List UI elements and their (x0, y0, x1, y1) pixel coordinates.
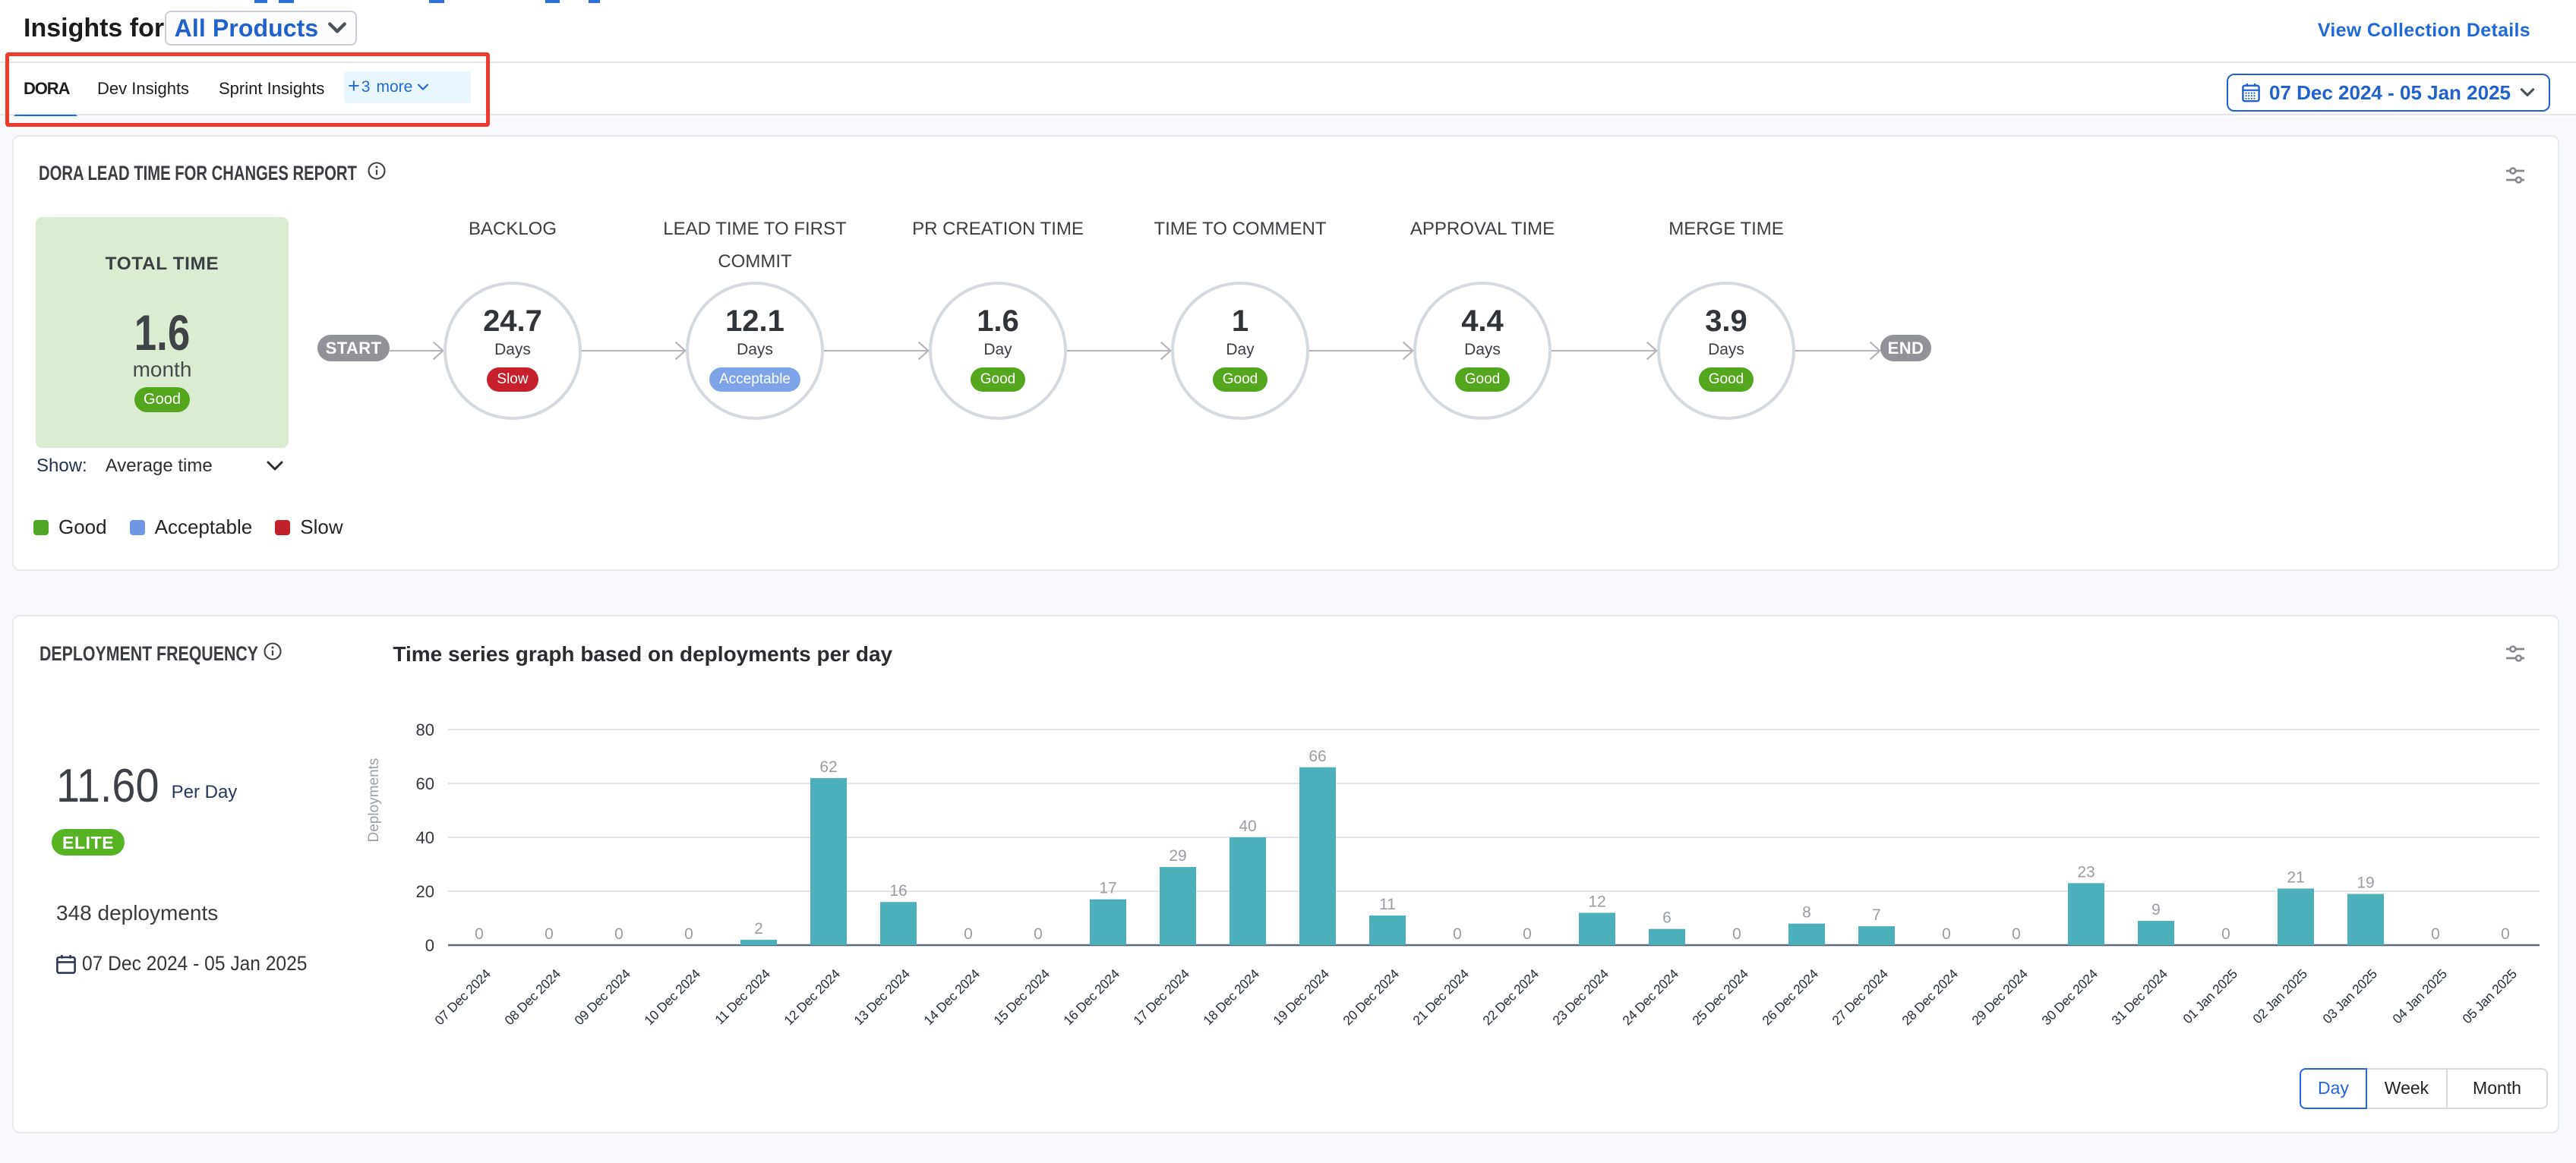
svg-text:0: 0 (2501, 925, 2510, 943)
svg-text:19 Dec 2024: 19 Dec 2024 (1270, 966, 1332, 1028)
svg-text:23: 23 (2077, 863, 2095, 881)
svg-text:09 Dec 2024: 09 Dec 2024 (571, 966, 633, 1028)
svg-text:13 Dec 2024: 13 Dec 2024 (851, 966, 913, 1028)
svg-text:22 Dec 2024: 22 Dec 2024 (1479, 966, 1542, 1028)
svg-text:0: 0 (1034, 925, 1043, 943)
svg-text:25 Dec 2024: 25 Dec 2024 (1689, 966, 1751, 1028)
svg-text:05 Jan 2025: 05 Jan 2025 (2459, 966, 2520, 1027)
svg-text:0: 0 (1453, 925, 1462, 943)
svg-text:17: 17 (1099, 880, 1116, 897)
svg-text:0: 0 (2221, 925, 2230, 943)
svg-text:15 Dec 2024: 15 Dec 2024 (990, 966, 1053, 1028)
svg-text:24 Dec 2024: 24 Dec 2024 (1619, 966, 1681, 1028)
svg-text:0: 0 (545, 925, 554, 943)
svg-text:0: 0 (1942, 925, 1951, 943)
svg-text:0: 0 (1732, 925, 1741, 943)
svg-text:66: 66 (1309, 748, 1326, 765)
svg-text:02 Jan 2025: 02 Jan 2025 (2249, 966, 2310, 1027)
svg-text:40: 40 (1239, 818, 1256, 835)
svg-text:0: 0 (684, 925, 693, 943)
svg-text:23 Dec 2024: 23 Dec 2024 (1549, 966, 1612, 1028)
svg-text:11: 11 (1379, 896, 1396, 913)
svg-text:27 Dec 2024: 27 Dec 2024 (1829, 966, 1891, 1028)
svg-text:19: 19 (2357, 875, 2374, 892)
svg-text:04 Jan 2025: 04 Jan 2025 (2389, 966, 2450, 1027)
svg-text:31 Dec 2024: 31 Dec 2024 (2108, 966, 2170, 1028)
svg-text:0: 0 (964, 925, 973, 943)
svg-text:8: 8 (1802, 904, 1811, 922)
svg-text:7: 7 (1872, 906, 1881, 924)
svg-text:20: 20 (416, 882, 434, 901)
svg-text:11 Dec 2024: 11 Dec 2024 (712, 966, 773, 1027)
svg-text:21: 21 (2287, 868, 2304, 886)
svg-text:29: 29 (1169, 847, 1186, 865)
svg-text:07 Dec 2024: 07 Dec 2024 (431, 966, 494, 1028)
svg-text:08 Dec 2024: 08 Dec 2024 (501, 966, 564, 1028)
svg-text:14 Dec 2024: 14 Dec 2024 (920, 966, 983, 1028)
svg-text:40: 40 (416, 828, 434, 847)
svg-text:03 Jan 2025: 03 Jan 2025 (2319, 966, 2380, 1027)
svg-text:28 Dec 2024: 28 Dec 2024 (1899, 966, 1961, 1028)
svg-text:18 Dec 2024: 18 Dec 2024 (1200, 966, 1262, 1028)
svg-text:30 Dec 2024: 30 Dec 2024 (2038, 966, 2101, 1028)
svg-text:80: 80 (416, 720, 434, 739)
svg-text:0: 0 (475, 925, 484, 943)
svg-text:21 Dec 2024: 21 Dec 2024 (1410, 966, 1472, 1028)
svg-text:60: 60 (416, 774, 434, 793)
svg-text:0: 0 (2012, 925, 2021, 943)
svg-text:26 Dec 2024: 26 Dec 2024 (1759, 966, 1821, 1028)
svg-text:20 Dec 2024: 20 Dec 2024 (1340, 966, 1402, 1028)
svg-text:17 Dec 2024: 17 Dec 2024 (1130, 966, 1192, 1028)
svg-text:9: 9 (2151, 901, 2161, 919)
svg-text:0: 0 (614, 925, 623, 943)
svg-text:12: 12 (1588, 893, 1605, 910)
svg-text:12 Dec 2024: 12 Dec 2024 (781, 966, 843, 1028)
svg-text:16 Dec 2024: 16 Dec 2024 (1060, 966, 1122, 1028)
svg-text:0: 0 (2431, 925, 2440, 943)
svg-text:01 Jan 2025: 01 Jan 2025 (2180, 966, 2240, 1027)
svg-text:0: 0 (1523, 925, 1532, 943)
svg-text:29 Dec 2024: 29 Dec 2024 (1968, 966, 2031, 1028)
svg-text:10 Dec 2024: 10 Dec 2024 (641, 966, 703, 1028)
svg-text:0: 0 (425, 936, 434, 955)
svg-text:16: 16 (889, 882, 907, 900)
svg-text:Deployments: Deployments (366, 758, 382, 843)
svg-text:62: 62 (819, 758, 837, 776)
svg-text:2: 2 (754, 920, 763, 938)
svg-text:6: 6 (1662, 909, 1672, 927)
